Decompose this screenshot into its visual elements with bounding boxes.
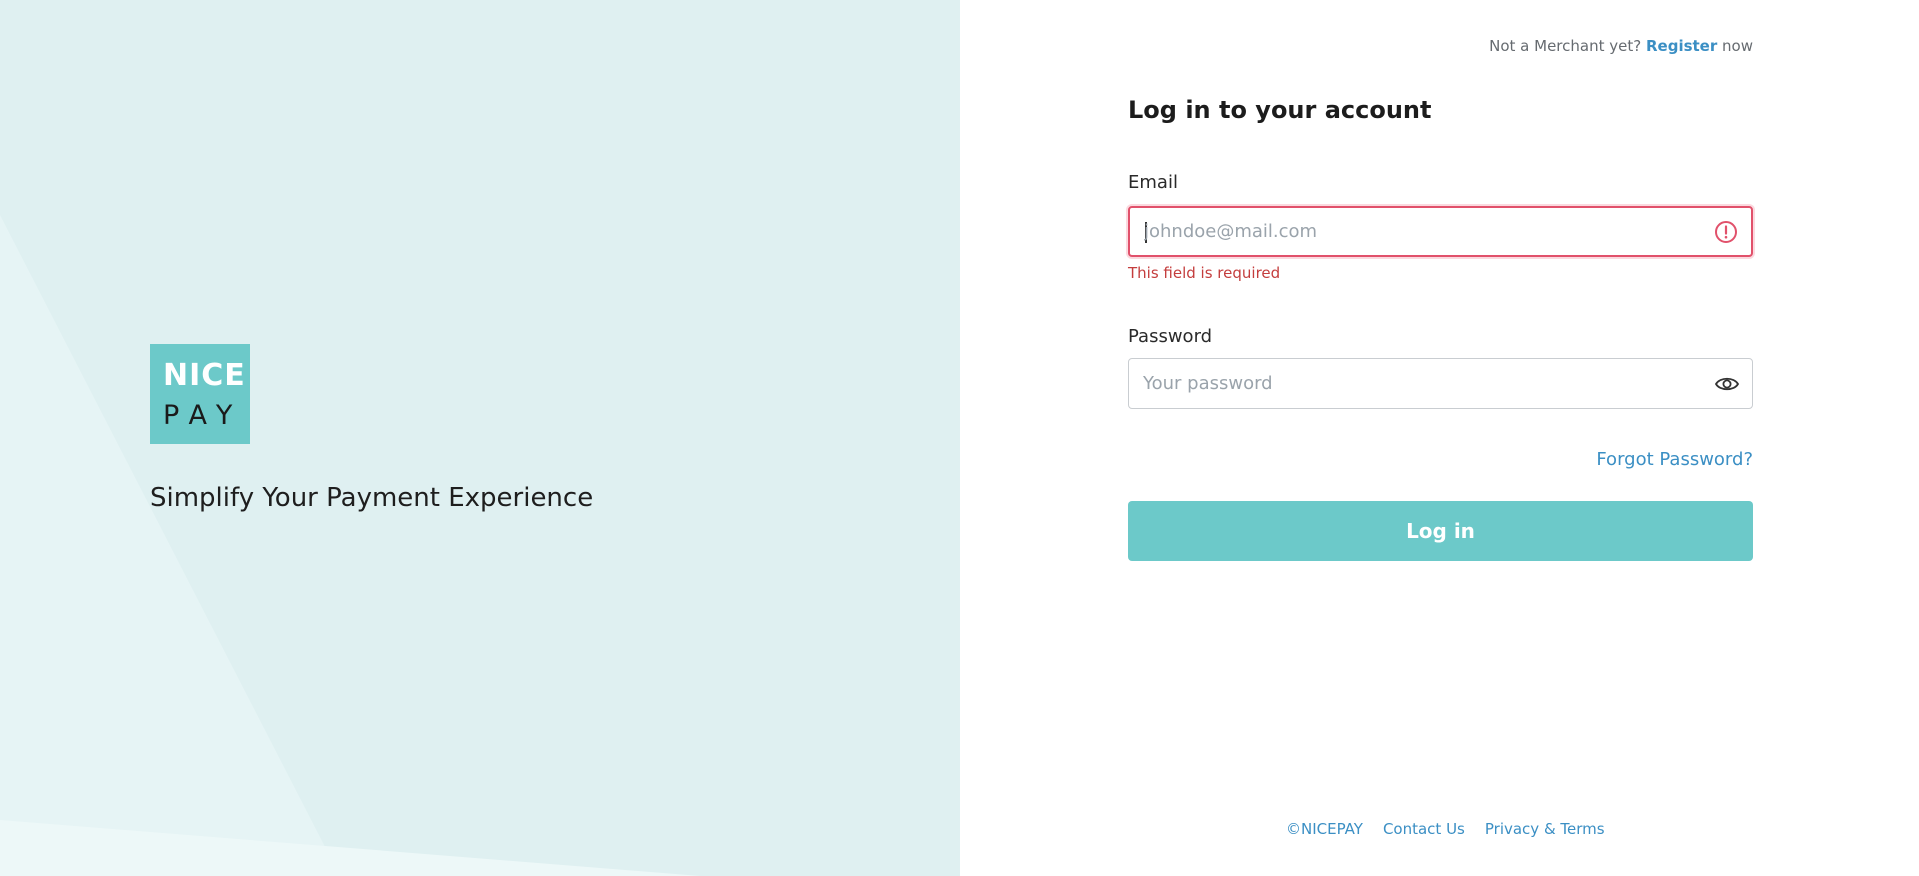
page-title: Log in to your account	[1128, 96, 1432, 124]
login-button[interactable]: Log in	[1128, 501, 1753, 561]
password-input[interactable]	[1143, 359, 1703, 408]
footer-copyright: ©NICEPAY	[1286, 820, 1363, 838]
eye-icon[interactable]	[1714, 371, 1740, 397]
email-label: Email	[1128, 172, 1178, 193]
email-error-message: This field is required	[1128, 264, 1281, 282]
brand-tagline: Simplify Your Payment Experience	[150, 483, 594, 513]
nicepay-logo: NICE PAY	[150, 344, 250, 444]
logo-text-nice: NICE	[163, 358, 246, 393]
footer-privacy-link[interactable]: Privacy & Terms	[1485, 820, 1605, 838]
login-form: Log in to your account Email This field …	[1128, 96, 1753, 561]
email-field-wrapper	[1128, 206, 1753, 257]
email-input[interactable]	[1144, 208, 1704, 255]
background-shapes	[0, 215, 700, 876]
footer-contact-link[interactable]: Contact Us	[1383, 820, 1465, 838]
left-brand-panel: NICE PAY Simplify Your Payment Experienc…	[0, 0, 960, 876]
register-suffix: now	[1722, 37, 1753, 55]
register-prefix: Not a Merchant yet?	[1489, 37, 1642, 55]
logo-text-pay: PAY	[163, 400, 244, 431]
login-panel: Not a Merchant yet? Register now Log in …	[960, 0, 1919, 876]
footer: ©NICEPAY Contact Us Privacy & Terms	[1286, 820, 1605, 838]
password-label: Password	[1128, 326, 1213, 347]
register-prompt: Not a Merchant yet? Register now	[1489, 37, 1753, 55]
alert-circle-icon	[1715, 221, 1737, 243]
forgot-password-link[interactable]: Forgot Password?	[1596, 449, 1753, 470]
password-field-wrapper	[1128, 358, 1753, 409]
register-link[interactable]: Register	[1646, 37, 1717, 55]
